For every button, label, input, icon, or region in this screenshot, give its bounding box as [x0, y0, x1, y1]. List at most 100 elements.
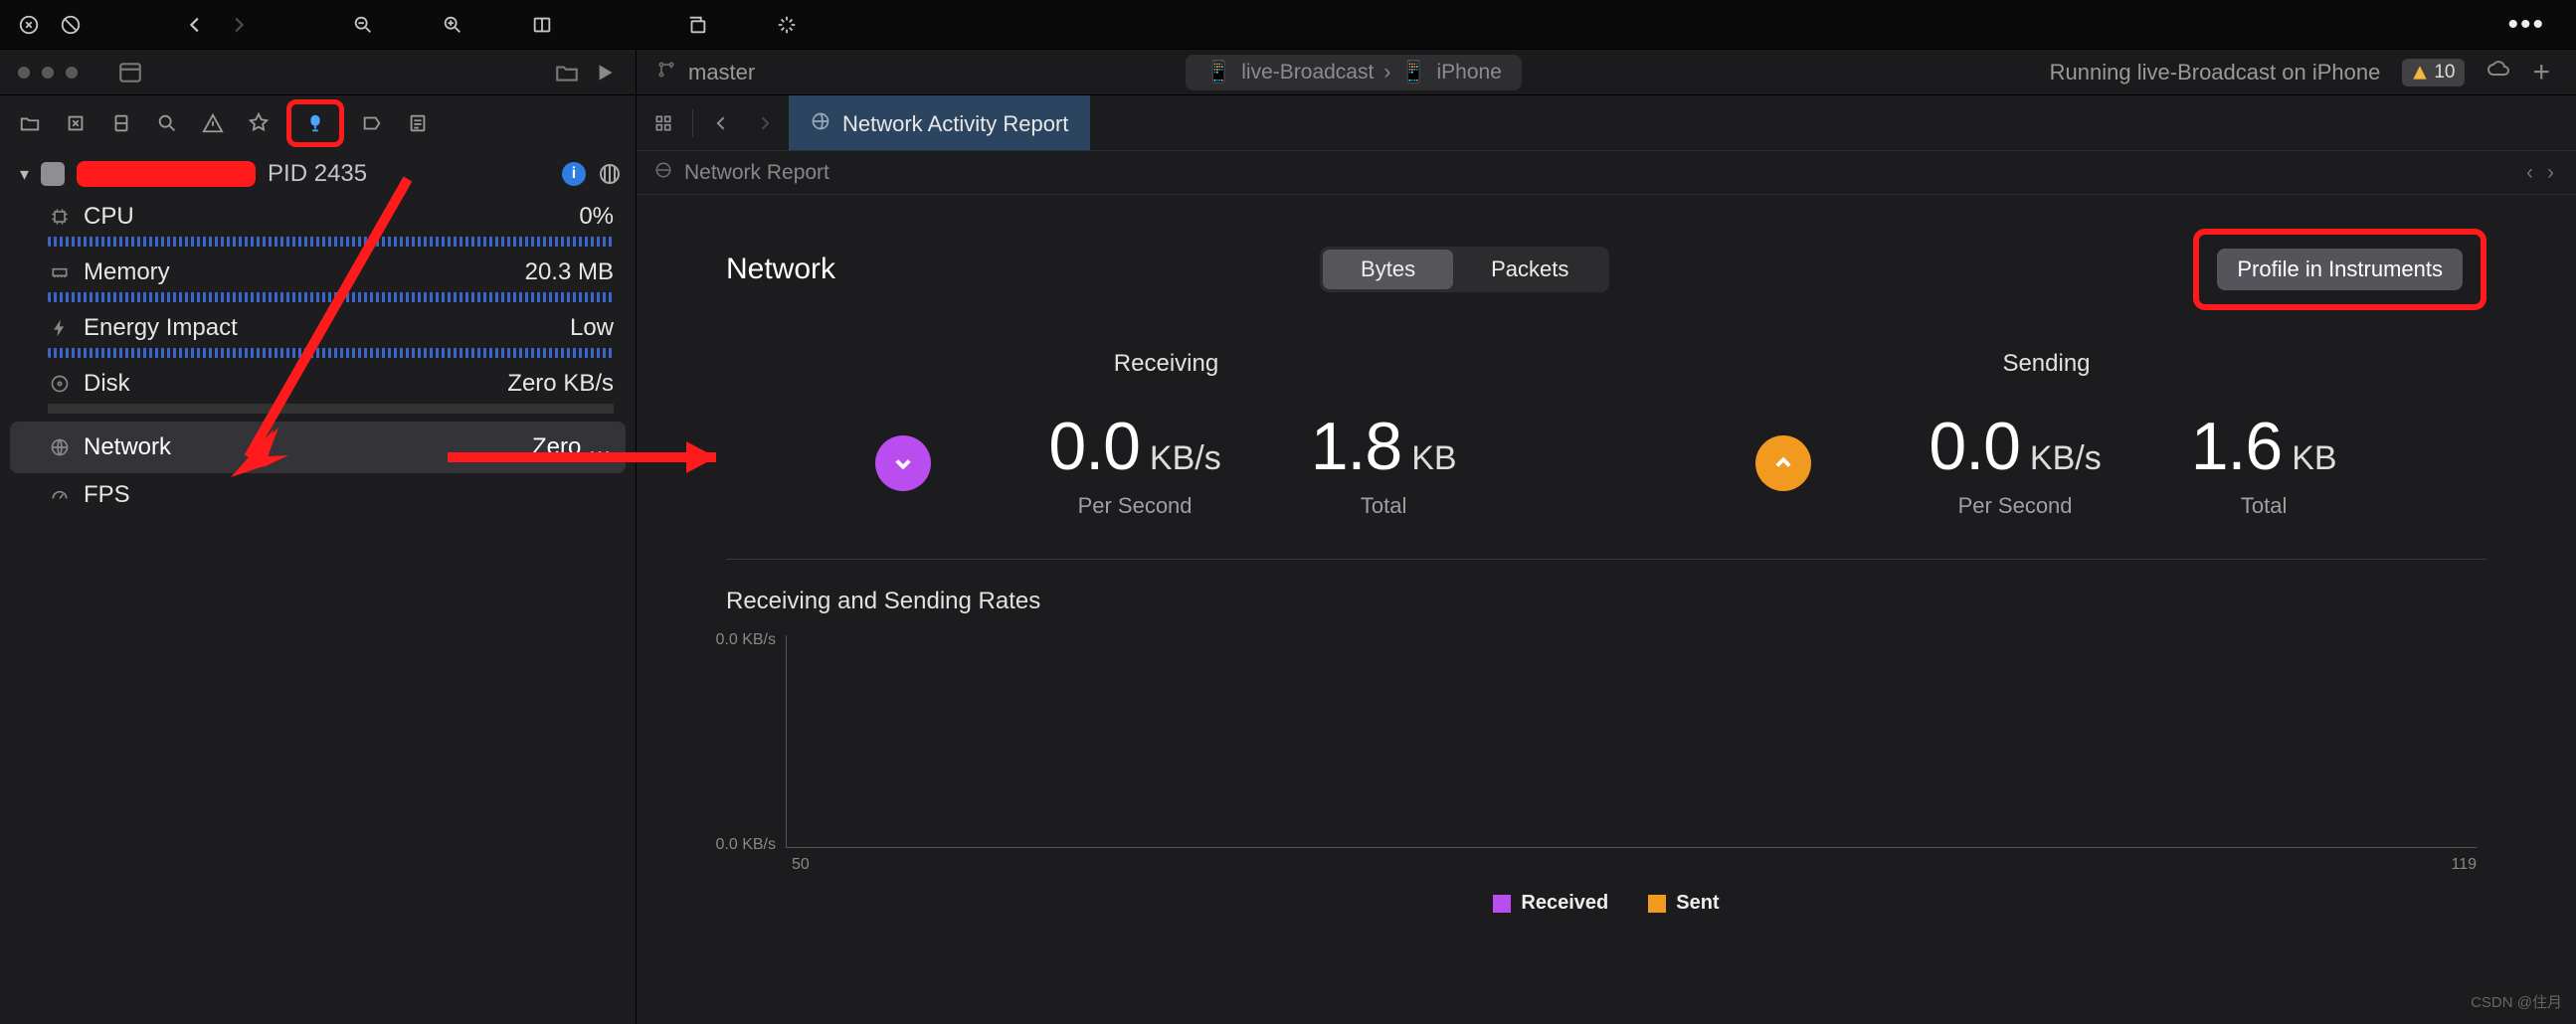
legend-received: Received: [1493, 892, 1608, 915]
segment-packets[interactable]: Packets: [1453, 250, 1606, 289]
no-entry-icon[interactable]: [57, 11, 85, 39]
metric-row-network[interactable]: Network Zero …: [10, 422, 626, 473]
report-title: Network: [726, 253, 835, 286]
columns-icon[interactable]: [598, 162, 622, 186]
scheme-target: live-Broadcast: [1241, 61, 1374, 85]
close-circle-icon[interactable]: [15, 11, 43, 39]
network-report: Network Bytes Packets Profile in Instrum…: [637, 195, 2576, 1024]
traffic-light-min[interactable]: [42, 67, 54, 79]
bolt-icon: [48, 316, 72, 340]
history-back-icon[interactable]: [705, 106, 739, 140]
back-arrow-icon[interactable]: [182, 11, 210, 39]
metric-row-fps[interactable]: FPS: [0, 475, 636, 515]
more-menu-icon[interactable]: •••: [2507, 8, 2545, 42]
metric-value: Low: [570, 314, 614, 342]
source-control-nav-icon[interactable]: [58, 105, 93, 141]
debug-nav-icon[interactable]: [297, 105, 333, 141]
segment-bytes[interactable]: Bytes: [1323, 250, 1453, 289]
sending-total: 1.6KB Total: [2191, 408, 2337, 519]
zoom-out-icon[interactable]: [349, 11, 377, 39]
annotation-red-box-nav: [286, 99, 344, 147]
warning-badge[interactable]: 10: [2402, 59, 2465, 86]
traffic-light-close[interactable]: [18, 67, 30, 79]
canvas-icon[interactable]: [528, 11, 556, 39]
search-nav-icon[interactable]: [149, 105, 185, 141]
process-row[interactable]: ▾ PID 2435 i: [0, 151, 636, 197]
total-value: 1.6: [2191, 408, 2283, 485]
total-sub: Total: [1361, 493, 1406, 519]
run-status-area: Running live-Broadcast on iPhone 10 +: [1752, 50, 2576, 94]
profile-instruments-button[interactable]: Profile in Instruments: [2217, 249, 2463, 290]
active-tab[interactable]: Network Activity Report: [789, 95, 1090, 150]
forward-arrow-icon[interactable]: [224, 11, 252, 39]
metric-label: Disk: [84, 370, 130, 398]
phone-icon: 📱: [1400, 61, 1426, 85]
metric-label: Energy Impact: [84, 314, 238, 342]
new-folder-icon[interactable]: [554, 60, 580, 85]
debug-navigator: ▾ PID 2435 i CPU 0% Memory 20.3 MB: [0, 95, 637, 1024]
rate-value: 0.0: [1048, 408, 1140, 485]
zoom-in-icon[interactable]: [439, 11, 466, 39]
metric-row-cpu[interactable]: CPU 0%: [0, 197, 636, 253]
breakpoint-nav-icon[interactable]: [354, 105, 390, 141]
metric-label: Network: [84, 433, 171, 461]
metric-row-disk[interactable]: Disk Zero KB/s: [0, 364, 636, 420]
app-icon: 📱: [1205, 61, 1231, 85]
disclosure-chevron-icon[interactable]: ▾: [20, 164, 29, 185]
disk-icon: [48, 372, 72, 396]
metric-value: 0%: [579, 203, 614, 231]
cloud-icon[interactable]: [2486, 58, 2510, 87]
jump-next-icon[interactable]: ›: [2543, 161, 2558, 185]
scheme-separator: ›: [1383, 61, 1390, 85]
issues-nav-icon[interactable]: [195, 105, 231, 141]
run-status-text: Running live-Broadcast on iPhone: [2050, 60, 2381, 85]
tab-label: Network Activity Report: [842, 111, 1068, 137]
report-nav-icon[interactable]: [400, 105, 436, 141]
navigator-toolbar: [0, 95, 636, 151]
window-controls-area: [0, 50, 637, 94]
bytes-packets-segment[interactable]: Bytes Packets: [1320, 247, 1609, 292]
legend-label: Received: [1521, 892, 1608, 915]
history-forward-icon[interactable]: [747, 106, 781, 140]
y-tick: 0.0 KB/s: [716, 836, 776, 854]
metrics-list: CPU 0% Memory 20.3 MB Energy Impact Low: [0, 197, 636, 515]
branch-name: master: [688, 60, 755, 85]
metric-label: Memory: [84, 258, 170, 286]
add-button[interactable]: +: [2532, 56, 2550, 89]
scheme-bar: master 📱 live-Broadcast › 📱 iPhone Runni…: [0, 50, 2576, 95]
traffic-light-max[interactable]: [66, 67, 78, 79]
info-icon[interactable]: i: [562, 162, 586, 186]
new-window-icon[interactable]: [683, 11, 711, 39]
process-pid: PID 2435: [268, 160, 367, 188]
globe-icon: [48, 435, 72, 459]
scheme-pill[interactable]: 📱 live-Broadcast › 📱 iPhone: [1186, 55, 1522, 90]
run-icon[interactable]: [592, 60, 618, 85]
rate-unit: KB/s: [2030, 439, 2102, 478]
sparkle-icon[interactable]: [773, 11, 801, 39]
rates-chart: 0.0 KB/s 0.0 KB/s 50 119: [786, 635, 2477, 874]
globe-icon: [654, 161, 672, 185]
jump-bar[interactable]: Network Report ‹ ›: [637, 151, 2576, 195]
metric-row-energy[interactable]: Energy Impact Low: [0, 308, 636, 364]
library-icon[interactable]: [117, 60, 143, 85]
metric-value: Zero …: [532, 433, 612, 461]
metric-value: 20.3 MB: [525, 258, 614, 286]
branch-area[interactable]: master: [637, 50, 955, 94]
top-toolbar: •••: [0, 0, 2576, 50]
jump-prev-icon[interactable]: ‹: [2522, 161, 2537, 185]
cpu-icon: [48, 205, 72, 229]
metric-row-memory[interactable]: Memory 20.3 MB: [0, 253, 636, 308]
receiving-title: Receiving: [1114, 350, 1218, 378]
x-tick: 50: [792, 856, 810, 874]
test-nav-icon[interactable]: [241, 105, 276, 141]
folder-nav-icon[interactable]: [12, 105, 48, 141]
symbol-nav-icon[interactable]: [103, 105, 139, 141]
annotation-scribble: [77, 161, 256, 187]
sending-column: Sending 0.0KB/s Per Second 1.6KB Total: [1606, 350, 2486, 519]
jump-bar-text: Network Report: [684, 161, 829, 185]
related-items-icon[interactable]: [646, 106, 680, 140]
legend-swatch-received: [1493, 895, 1511, 913]
rate-sub: Per Second: [1078, 493, 1193, 519]
total-unit: KB: [2292, 439, 2336, 478]
receiving-rate: 0.0KB/s Per Second: [1048, 408, 1220, 519]
